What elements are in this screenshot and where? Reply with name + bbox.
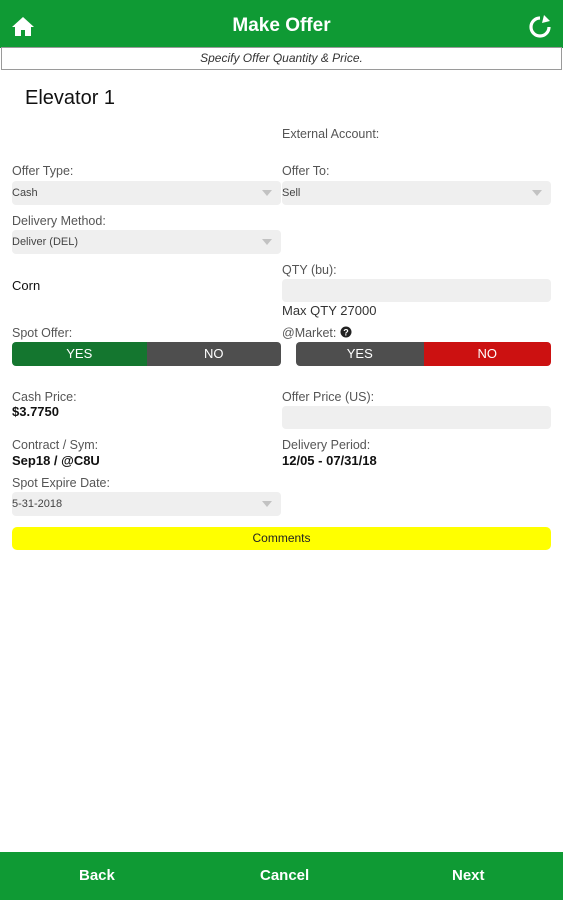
offer-to-label: Offer To: <box>282 164 330 178</box>
spot-offer-toggle: YES NO <box>12 342 281 366</box>
app-header: Make Offer <box>0 0 563 48</box>
delivery-method-value: Deliver (DEL) <box>12 236 79 248</box>
delivery-method-label: Delivery Method: <box>12 214 106 228</box>
back-button[interactable]: Back <box>79 852 115 900</box>
cash-price-label: Cash Price: <box>12 390 77 404</box>
spot-expire-value: 5-31-2018 <box>12 498 63 510</box>
chevron-down-icon <box>262 190 272 196</box>
at-market-toggle: YES NO <box>296 342 551 366</box>
next-button[interactable]: Next <box>452 852 485 900</box>
at-market-label: @Market: ? <box>282 326 352 340</box>
offer-type-label: Offer Type: <box>12 164 74 178</box>
help-icon[interactable]: ? <box>340 326 352 338</box>
offer-price-label: Offer Price (US): <box>282 390 375 404</box>
commodity-name: Corn <box>12 278 41 293</box>
offer-to-value: Sell <box>282 187 301 199</box>
spot-offer-no-button[interactable]: NO <box>146 342 281 366</box>
offer-type-value: Cash <box>12 187 38 199</box>
refresh-icon[interactable] <box>527 14 553 40</box>
spot-offer-label: Spot Offer: <box>12 326 73 340</box>
contract-value: Sep18 / @C8U <box>12 453 100 468</box>
qty-label: QTY (bu): <box>282 263 337 277</box>
instruction-bar: Specify Offer Quantity & Price. <box>1 47 562 70</box>
svg-text:?: ? <box>343 327 349 337</box>
qty-input[interactable] <box>282 279 551 302</box>
delivery-period-value: 12/05 - 07/31/18 <box>282 453 377 468</box>
spot-offer-yes-button[interactable]: YES <box>12 342 147 366</box>
spot-expire-select[interactable]: 5-31-2018 <box>12 492 281 516</box>
page-title: Make Offer <box>232 15 331 36</box>
max-qty-text: Max QTY 27000 <box>282 303 377 318</box>
spot-expire-label: Spot Expire Date: <box>12 476 110 490</box>
chevron-down-icon <box>262 239 272 245</box>
comments-button[interactable]: Comments <box>12 527 551 550</box>
external-account-label: External Account: <box>282 127 380 141</box>
delivery-method-select[interactable]: Deliver (DEL) <box>12 230 281 254</box>
at-market-yes-button[interactable]: YES <box>296 342 424 366</box>
delivery-period-label: Delivery Period: <box>282 438 371 452</box>
footer-nav: Back Cancel Next <box>0 852 563 900</box>
offer-type-select[interactable]: Cash <box>12 181 281 205</box>
offer-price-input[interactable] <box>282 406 551 429</box>
at-market-no-button[interactable]: NO <box>423 342 551 366</box>
cash-price-value: $3.7750 <box>12 404 59 419</box>
chevron-down-icon <box>532 190 542 196</box>
offer-to-select[interactable]: Sell <box>282 181 551 205</box>
cancel-button[interactable]: Cancel <box>260 852 309 900</box>
elevator-name: Elevator 1 <box>25 87 116 109</box>
chevron-down-icon <box>262 501 272 507</box>
at-market-label-text: @Market: <box>282 326 337 340</box>
contract-label: Contract / Sym: <box>12 438 99 452</box>
